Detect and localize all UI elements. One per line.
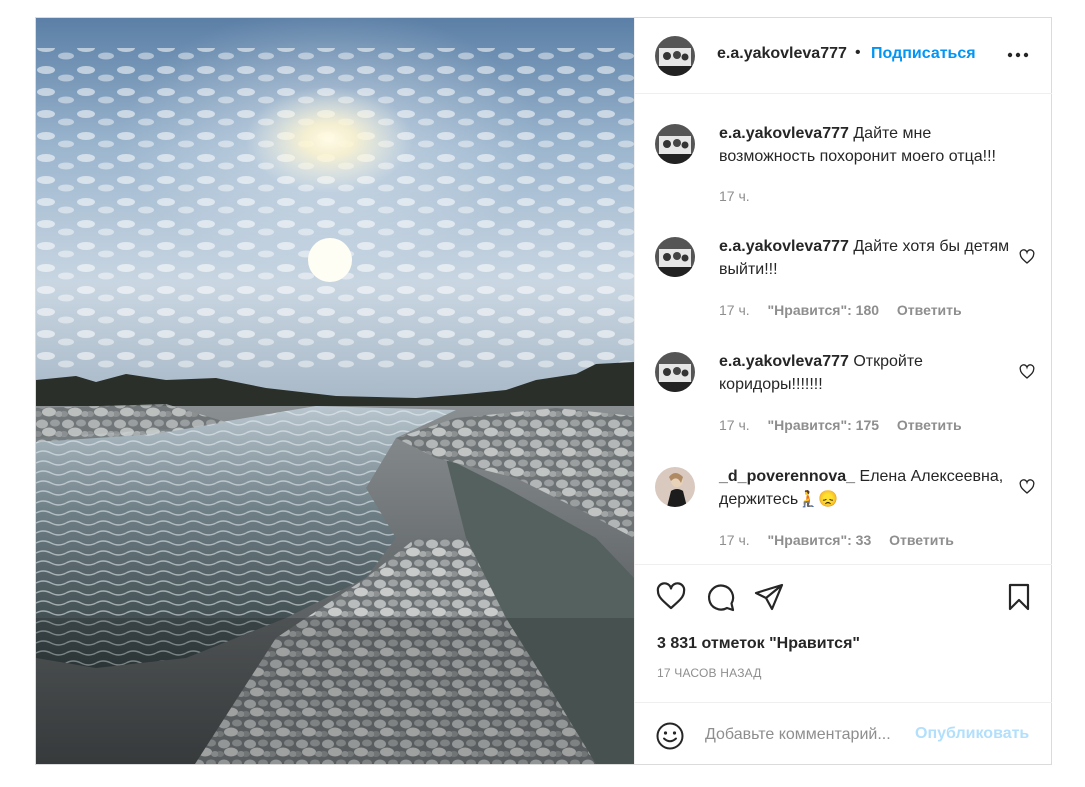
heart-icon[interactable] (655, 581, 687, 613)
emoji-icon[interactable] (655, 721, 685, 751)
heart-icon[interactable] (1019, 479, 1035, 495)
author-avatar[interactable] (655, 36, 695, 76)
follow-button[interactable]: Подписаться (871, 45, 976, 63)
comment-time[interactable]: 17 ч. (719, 532, 750, 548)
separator-dot: • (855, 44, 861, 61)
comment-meta: 17 ч. "Нравится": 33 Ответить (719, 532, 968, 548)
river-landscape-image (36, 18, 634, 764)
comment-body: e.a.yakovleva777 Откройте коридоры!!!!!!… (719, 350, 1019, 396)
post-actions: 3 831 отметок "Нравится" 17 ЧАСОВ НАЗАД (635, 564, 1052, 702)
comment-meta: 17 ч. "Нравится": 180 Ответить (719, 302, 976, 318)
comment-likes[interactable]: "Нравится": 175 (768, 417, 879, 433)
comment-username[interactable]: e.a.yakovleva777 (719, 125, 849, 142)
share-icon[interactable] (753, 581, 785, 613)
add-comment-bar: Опубликовать (635, 702, 1052, 764)
reply-button[interactable]: Ответить (897, 417, 962, 433)
post-photo[interactable] (36, 18, 634, 764)
comment-likes[interactable]: "Нравится": 180 (768, 302, 879, 318)
comment-username[interactable]: _d_poverennova_ (719, 468, 855, 485)
comment-input[interactable] (705, 722, 915, 748)
post-header: e.a.yakovleva777 • Подписаться (635, 18, 1052, 94)
comment-body: e.a.yakovleva777 Дайте хотя бы детям вый… (719, 235, 1019, 281)
comments-list[interactable]: e.a.yakovleva777 Дайте мне возможность п… (635, 94, 1052, 564)
comment-icon[interactable] (705, 581, 737, 613)
commenter-avatar[interactable] (655, 237, 695, 277)
commenter-avatar[interactable] (655, 352, 695, 392)
commenter-avatar[interactable] (655, 124, 695, 164)
comment-username[interactable]: e.a.yakovleva777 (719, 238, 849, 255)
comment-meta: 17 ч. (719, 188, 764, 204)
comment-username[interactable]: e.a.yakovleva777 (719, 353, 849, 370)
comment-body: _d_poverennova_ Елена Алексеевна, держит… (719, 465, 1019, 511)
comment-likes[interactable]: "Нравится": 33 (768, 532, 872, 548)
comment-time[interactable]: 17 ч. (719, 188, 750, 204)
post-timestamp[interactable]: 17 ЧАСОВ НАЗАД (657, 666, 762, 680)
comment-meta: 17 ч. "Нравится": 175 Ответить (719, 417, 976, 433)
post-side-panel: e.a.yakovleva777 • Подписаться e.a.yakov… (634, 18, 1052, 764)
reply-button[interactable]: Ответить (889, 532, 954, 548)
comment-time[interactable]: 17 ч. (719, 417, 750, 433)
comment-time[interactable]: 17 ч. (719, 302, 750, 318)
bookmark-icon[interactable] (1003, 581, 1035, 613)
more-options-icon[interactable] (1003, 40, 1033, 70)
heart-icon[interactable] (1019, 364, 1035, 380)
commenter-avatar[interactable] (655, 467, 695, 507)
heart-icon[interactable] (1019, 249, 1035, 265)
post-card: e.a.yakovleva777 • Подписаться e.a.yakov… (35, 17, 1052, 765)
reply-button[interactable]: Ответить (897, 302, 962, 318)
author-username[interactable]: e.a.yakovleva777 (717, 45, 847, 63)
likes-count[interactable]: 3 831 отметок "Нравится" (657, 635, 860, 653)
comment-body: e.a.yakovleva777 Дайте мне возможность п… (719, 122, 1019, 168)
publish-button[interactable]: Опубликовать (915, 725, 1029, 743)
